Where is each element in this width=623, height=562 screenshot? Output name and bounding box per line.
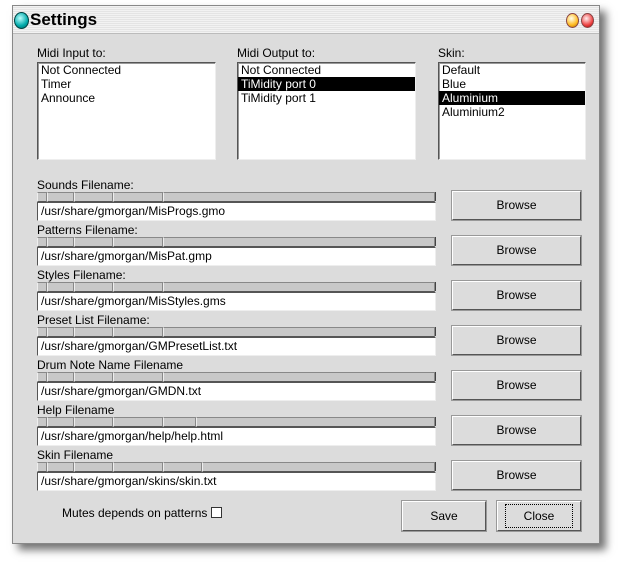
- midi-input-label: Midi Input to:: [37, 46, 106, 60]
- minimize-button[interactable]: [566, 13, 579, 28]
- browse-button[interactable]: Browse: [451, 235, 582, 266]
- path-segment-button[interactable]: [163, 372, 435, 382]
- path-segment-button[interactable]: [46, 282, 74, 292]
- midi-output-list[interactable]: Not Connected TiMidity port 0 TiMidity por…: [237, 62, 416, 160]
- path-segment-button[interactable]: [73, 192, 113, 202]
- list-item[interactable]: Aluminium: [439, 91, 585, 105]
- path-segment-button[interactable]: [46, 462, 74, 472]
- filename-input[interactable]: /usr/share/gmorgan/MisStyles.gms: [37, 292, 436, 311]
- path-segment-button[interactable]: [37, 462, 47, 472]
- path-segment-button[interactable]: [73, 372, 113, 382]
- path-segment-button[interactable]: [73, 417, 113, 427]
- window-title: Settings: [30, 10, 98, 29]
- mutes-checkbox-row[interactable]: Mutes depends on patterns: [62, 506, 223, 520]
- path-segment-button[interactable]: [163, 462, 202, 472]
- filename-label: Skin Filename: [37, 448, 114, 462]
- path-segment-button[interactable]: [46, 372, 74, 382]
- path-segment-bar[interactable]: [37, 192, 436, 202]
- path-segment-button[interactable]: [112, 192, 164, 202]
- filename-label: Styles Filename:: [37, 268, 126, 282]
- path-segment-button[interactable]: [37, 417, 47, 427]
- path-segment-button[interactable]: [163, 237, 435, 247]
- path-segment-button[interactable]: [112, 417, 164, 427]
- filename-label: Sounds Filename:: [37, 178, 134, 192]
- close-button[interactable]: Close: [496, 500, 582, 532]
- midi-input-list[interactable]: Not Connected Timer Announce: [37, 62, 216, 160]
- path-segment-bar[interactable]: [37, 372, 436, 382]
- path-segment-bar[interactable]: [37, 417, 436, 427]
- filename-input[interactable]: /usr/share/gmorgan/GMDN.txt: [37, 382, 436, 401]
- save-button[interactable]: Save: [401, 500, 487, 532]
- path-segment-button[interactable]: [37, 327, 47, 337]
- mutes-checkbox[interactable]: [211, 507, 223, 518]
- path-segment-button[interactable]: [46, 237, 74, 247]
- filename-input[interactable]: /usr/share/gmorgan/skins/skin.txt: [37, 472, 436, 491]
- path-segment-button[interactable]: [163, 327, 435, 337]
- mutes-label: Mutes depends on patterns: [62, 506, 208, 520]
- path-segment-bar[interactable]: [37, 282, 436, 292]
- filename-label: Help Filename: [37, 403, 115, 417]
- path-segment-bar[interactable]: [37, 462, 436, 472]
- browse-button[interactable]: Browse: [451, 460, 582, 491]
- path-segment-button[interactable]: [201, 462, 435, 472]
- filename-input[interactable]: /usr/share/gmorgan/GMPresetList.txt: [37, 337, 436, 356]
- browse-button[interactable]: Browse: [451, 190, 582, 221]
- filename-label: Preset List Filename:: [37, 313, 150, 327]
- path-segment-button[interactable]: [73, 282, 113, 292]
- browse-button[interactable]: Browse: [451, 415, 582, 446]
- path-segment-button[interactable]: [37, 282, 47, 292]
- path-segment-button[interactable]: [112, 327, 164, 337]
- list-item[interactable]: Default: [439, 63, 585, 77]
- path-segment-button[interactable]: [37, 237, 47, 247]
- path-segment-button[interactable]: [37, 372, 47, 382]
- path-segment-bar[interactable]: [37, 237, 436, 247]
- filename-input[interactable]: /usr/share/gmorgan/MisPat.gmp: [37, 247, 436, 266]
- path-segment-button[interactable]: [112, 282, 164, 292]
- title-bar[interactable]: Settings: [13, 6, 599, 34]
- path-segment-button[interactable]: [46, 327, 74, 337]
- list-item[interactable]: Timer: [38, 77, 215, 91]
- path-segment-button[interactable]: [163, 192, 435, 202]
- list-item[interactable]: Announce: [38, 91, 215, 105]
- browse-button[interactable]: Browse: [451, 280, 582, 311]
- path-segment-button[interactable]: [73, 462, 113, 472]
- path-segment-button[interactable]: [112, 372, 164, 382]
- path-segment-button[interactable]: [196, 417, 435, 427]
- filename-input[interactable]: /usr/share/gmorgan/MisProgs.gmo: [37, 202, 436, 221]
- path-segment-button[interactable]: [73, 237, 113, 247]
- list-item[interactable]: Not Connected: [38, 63, 215, 77]
- path-segment-button[interactable]: [163, 282, 435, 292]
- filename-label: Drum Note Name Filename: [37, 358, 184, 372]
- skin-list[interactable]: Default Blue Aluminium Aluminium2: [438, 62, 586, 160]
- list-item[interactable]: Not Connected: [238, 63, 415, 77]
- path-segment-button[interactable]: [46, 417, 74, 427]
- close-label: Close: [504, 504, 574, 528]
- browse-button[interactable]: Browse: [451, 370, 582, 401]
- settings-window: Settings Midi Input to: Not Connected Tim…: [12, 5, 600, 544]
- list-item[interactable]: TiMidity port 0: [238, 77, 415, 91]
- list-item[interactable]: TiMidity port 1: [238, 91, 415, 105]
- app-icon: [14, 12, 29, 29]
- midi-output-label: Midi Output to:: [237, 46, 316, 60]
- browse-button[interactable]: Browse: [451, 325, 582, 356]
- filename-label: Patterns Filename:: [37, 223, 138, 237]
- skin-label: Skin:: [438, 46, 465, 60]
- path-segment-button[interactable]: [112, 462, 164, 472]
- path-segment-button[interactable]: [37, 192, 47, 202]
- path-segment-button[interactable]: [73, 327, 113, 337]
- close-window-button[interactable]: [581, 13, 594, 28]
- list-item[interactable]: Aluminium2: [439, 105, 585, 119]
- save-label: Save: [430, 509, 458, 523]
- path-segment-button[interactable]: [46, 192, 74, 202]
- path-segment-bar[interactable]: [37, 327, 436, 337]
- path-segment-button[interactable]: [112, 237, 164, 247]
- filename-input[interactable]: /usr/share/gmorgan/help/help.html: [37, 427, 436, 446]
- path-segment-button[interactable]: [163, 417, 197, 427]
- list-item[interactable]: Blue: [439, 77, 585, 91]
